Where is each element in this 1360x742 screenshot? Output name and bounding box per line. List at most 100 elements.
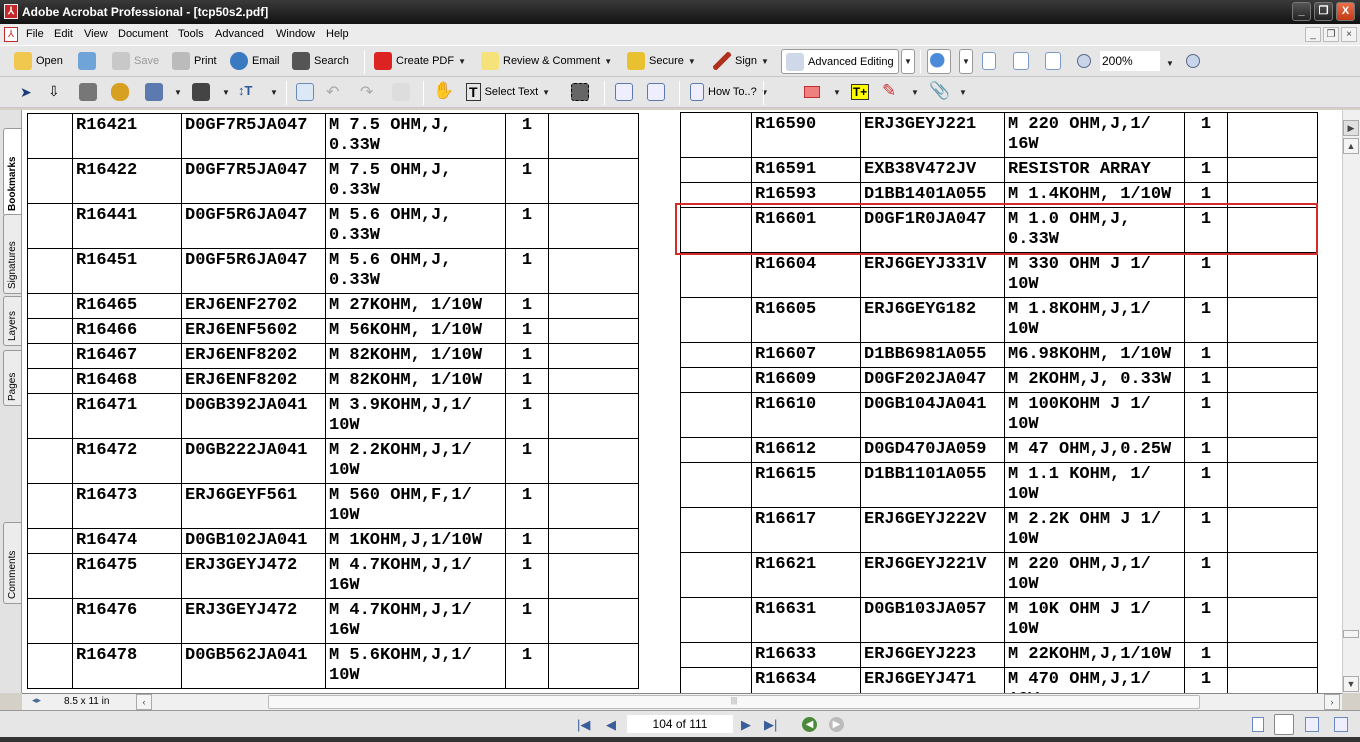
doc-close-button[interactable]: × bbox=[1341, 27, 1357, 42]
empty-cell bbox=[1227, 112, 1318, 158]
organizer-button[interactable] bbox=[78, 50, 96, 72]
open-button[interactable]: Open bbox=[14, 50, 63, 72]
search-button[interactable]: Search bbox=[292, 50, 349, 72]
restore-button[interactable]: ❐ bbox=[1314, 2, 1333, 21]
previous-page-button[interactable]: ◀ bbox=[606, 717, 616, 733]
horizontal-scroll-thumb[interactable]: ||| bbox=[268, 695, 1200, 709]
dropdown-arrow-icon[interactable]: ▼ bbox=[542, 88, 550, 97]
vertical-scrollbar[interactable]: ▶ ▲ ▼ bbox=[1342, 110, 1360, 693]
redo-icon[interactable]: ↷ bbox=[360, 82, 373, 102]
fit-width-button[interactable] bbox=[1045, 50, 1061, 72]
zoom-level-input[interactable]: 200% bbox=[1100, 51, 1160, 71]
dropdown-arrow-icon[interactable]: ▼ bbox=[959, 88, 967, 97]
close-button[interactable]: X bbox=[1336, 2, 1355, 21]
link-icon[interactable] bbox=[111, 83, 129, 101]
spell-check-icon[interactable] bbox=[296, 83, 314, 101]
tab-layers[interactable]: Layers bbox=[3, 296, 21, 346]
fit-page-button[interactable] bbox=[1013, 50, 1029, 72]
split-handle-icon[interactable]: ◂▸ bbox=[32, 695, 41, 706]
actual-size-button[interactable] bbox=[982, 50, 996, 72]
zoom-in-button[interactable] bbox=[1186, 50, 1200, 72]
menu-view[interactable]: View bbox=[84, 28, 108, 40]
tab-comments[interactable]: Comments bbox=[3, 522, 21, 604]
table-row: R16604 ERJ6GEYJ331V M 330 OHM J 1/ 10W 1 bbox=[680, 252, 1318, 298]
document-view[interactable]: R16421 D0GF7R5JA047 M 7.5 OHM,J, 0.33W 1 R16… bbox=[22, 110, 1342, 693]
page-number-input[interactable]: 104 of 111 bbox=[627, 715, 733, 733]
scroll-right-button[interactable]: › bbox=[1324, 694, 1340, 710]
copy-icon[interactable] bbox=[392, 83, 410, 101]
lock-icon bbox=[627, 52, 645, 70]
doc-restore-button[interactable]: ❐ bbox=[1323, 27, 1339, 42]
snapshot-camera-icon[interactable] bbox=[571, 83, 589, 101]
minimize-button[interactable]: _ bbox=[1292, 2, 1311, 21]
save-button[interactable]: Save bbox=[112, 50, 159, 72]
zoom-level-dropdown[interactable]: ▼ bbox=[1166, 59, 1174, 68]
dropdown-arrow-icon[interactable]: ▼ bbox=[174, 88, 182, 97]
insert-pages-icon[interactable] bbox=[615, 83, 633, 101]
menu-advanced[interactable]: Advanced bbox=[215, 28, 264, 40]
movie-icon[interactable] bbox=[192, 83, 210, 101]
scroll-thumb[interactable] bbox=[1343, 630, 1359, 638]
menu-tools[interactable]: Tools bbox=[178, 28, 204, 40]
go-forward-icon[interactable]: ▶ bbox=[829, 717, 844, 732]
dropdown-arrow-icon[interactable]: ▼ bbox=[458, 57, 466, 66]
scroll-down-button[interactable]: ▼ bbox=[1343, 676, 1359, 692]
pencil-icon[interactable]: ✎ bbox=[882, 81, 896, 101]
menu-edit[interactable]: Edit bbox=[54, 28, 73, 40]
next-page-button[interactable]: ▶ bbox=[741, 717, 751, 733]
undo-icon[interactable]: ↶ bbox=[326, 82, 339, 102]
print-button[interactable]: Print bbox=[172, 50, 217, 72]
dropdown-arrow-icon[interactable]: ▼ bbox=[833, 88, 841, 97]
facing-layout-icon[interactable] bbox=[1334, 717, 1348, 732]
hand-tool-icon[interactable]: ✋ bbox=[433, 81, 454, 101]
sign-button[interactable]: Sign ▼ bbox=[713, 50, 769, 72]
horizontal-scrollbar[interactable]: ◂▸ 8.5 x 11 in ‹ ||| › bbox=[22, 693, 1342, 710]
zoom-in-tool-button[interactable] bbox=[927, 49, 951, 74]
text-box-tool-icon[interactable]: T+ bbox=[851, 84, 869, 100]
email-button[interactable]: Email bbox=[230, 50, 280, 72]
tab-signatures[interactable]: Signatures bbox=[3, 214, 21, 294]
scroll-left-button[interactable]: ‹ bbox=[136, 694, 152, 710]
select-text-button[interactable]: T Select Text ▼ bbox=[466, 81, 550, 103]
rectangle-tool-icon[interactable] bbox=[804, 86, 820, 98]
last-page-button[interactable]: ▶| bbox=[764, 717, 777, 733]
dropdown-arrow-icon[interactable]: ▼ bbox=[270, 88, 278, 97]
how-to-button[interactable]: How To..? ▼ bbox=[690, 81, 769, 103]
menu-document[interactable]: Document bbox=[118, 28, 168, 40]
paperclip-icon[interactable]: 📎 bbox=[929, 81, 950, 101]
continuous-facing-layout-icon[interactable] bbox=[1305, 717, 1319, 732]
dropdown-arrow-icon[interactable]: ▼ bbox=[688, 57, 696, 66]
advanced-editing-button[interactable]: Advanced Editing bbox=[781, 49, 899, 74]
dropdown-arrow-icon[interactable]: ▼ bbox=[604, 57, 612, 66]
tab-bookmarks[interactable]: Bookmarks bbox=[3, 128, 21, 216]
go-back-icon[interactable]: ◀ bbox=[802, 717, 817, 732]
dropdown-arrow-icon[interactable]: ▼ bbox=[222, 88, 230, 97]
dropdown-arrow-icon[interactable]: ▼ bbox=[911, 88, 919, 97]
menu-help[interactable]: Help bbox=[326, 28, 349, 40]
button-tool-icon[interactable] bbox=[145, 83, 163, 101]
menu-file[interactable]: File bbox=[26, 28, 44, 40]
scroll-arrow-right-icon[interactable]: ▶ bbox=[1343, 120, 1359, 136]
advanced-editing-dropdown[interactable]: ▼ bbox=[901, 49, 915, 74]
select-arrow-icon[interactable]: ➤ bbox=[20, 84, 32, 101]
empty-cell bbox=[680, 392, 752, 438]
dropdown-arrow-icon[interactable]: ▼ bbox=[761, 88, 769, 97]
tab-pages[interactable]: Pages bbox=[3, 350, 21, 406]
crop-icon[interactable] bbox=[79, 83, 97, 101]
extract-pages-icon[interactable] bbox=[647, 83, 665, 101]
touchup-text-icon[interactable]: ↕T bbox=[238, 83, 252, 98]
doc-minimize-button[interactable]: _ bbox=[1305, 27, 1321, 42]
secure-button[interactable]: Secure ▼ bbox=[627, 50, 696, 72]
continuous-layout-icon[interactable] bbox=[1274, 714, 1294, 735]
create-pdf-button[interactable]: Create PDF ▼ bbox=[374, 50, 466, 72]
dropdown-arrow-icon[interactable]: ▼ bbox=[761, 57, 769, 66]
zoom-out-button[interactable] bbox=[1077, 50, 1091, 72]
single-page-layout-icon[interactable] bbox=[1252, 717, 1264, 732]
zoom-tool-dropdown[interactable]: ▼ bbox=[959, 49, 973, 74]
ref-designator: R16609 bbox=[751, 367, 861, 393]
review-comment-button[interactable]: Review & Comment ▼ bbox=[481, 50, 612, 72]
menu-window[interactable]: Window bbox=[276, 28, 315, 40]
scroll-up-button[interactable]: ▲ bbox=[1343, 138, 1359, 154]
touchup-object-icon[interactable]: ⇩ bbox=[48, 83, 60, 100]
first-page-button[interactable]: |◀ bbox=[577, 717, 590, 733]
